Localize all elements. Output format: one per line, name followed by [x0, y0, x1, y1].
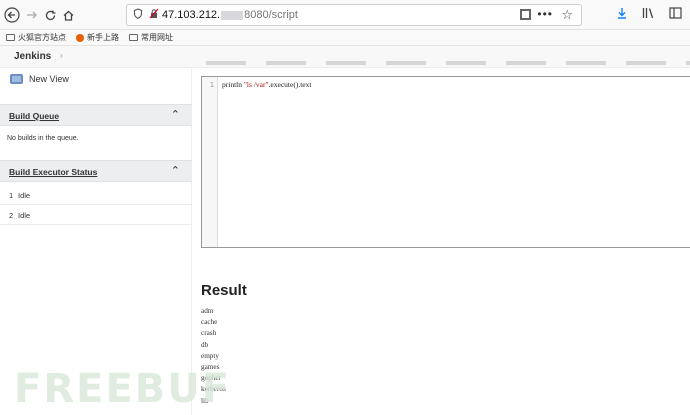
- bookmark-label: 火狐官方站点: [18, 33, 66, 42]
- result-heading: Result: [201, 282, 247, 299]
- freebuf-watermark: FREEBUF: [14, 366, 232, 412]
- masked-ip-segment: [221, 10, 244, 20]
- result-line: cache: [201, 318, 218, 327]
- build-queue-header: Build Queue ⌃: [0, 104, 192, 126]
- build-queue-title[interactable]: Build Queue: [9, 111, 59, 121]
- result-line: crash: [201, 329, 217, 338]
- sidebar: New View Build Queue ⌃ No builds in the …: [0, 68, 192, 415]
- browser-toolbar: 47.103.212. 8080/script ••• ☆: [0, 0, 690, 30]
- download-icon[interactable]: [616, 7, 628, 22]
- result-line: empty: [201, 351, 219, 360]
- executor-status-header: Build Executor Status ⌃: [0, 160, 192, 182]
- script-editor[interactable]: 1 println "ls /var".execute().text: [201, 76, 690, 248]
- library-icon[interactable]: [642, 7, 655, 22]
- new-view-label: New View: [29, 74, 69, 84]
- editor-gutter: 1: [202, 77, 218, 247]
- url-bar[interactable]: 47.103.212. 8080/script ••• ☆: [126, 4, 582, 26]
- home-icon[interactable]: [60, 7, 76, 23]
- code-token: .execute().text: [268, 80, 312, 89]
- more-dots-icon[interactable]: •••: [537, 7, 553, 21]
- toolbar-right-icons: [616, 7, 682, 22]
- bookmark-label: 新手上路: [87, 33, 119, 42]
- executor-status-title[interactable]: Build Executor Status: [9, 167, 97, 177]
- folder-icon: [129, 34, 138, 41]
- insecure-lock-icon[interactable]: [149, 8, 159, 22]
- breadcrumb-jenkins[interactable]: Jenkins: [14, 51, 51, 62]
- build-queue-empty: No builds in the queue.: [7, 135, 79, 142]
- executor-number: 1: [9, 191, 14, 200]
- code-string: "ls /var": [243, 80, 269, 89]
- breadcrumb-chevron-icon[interactable]: ›: [60, 51, 63, 60]
- forward-arrow-icon[interactable]: [24, 7, 40, 23]
- collapse-icon[interactable]: ⌃: [171, 164, 180, 177]
- folder-icon: [10, 74, 23, 84]
- folder-icon: [6, 34, 15, 41]
- bookmarks-bar: 火狐官方站点 新手上路 常用网址: [0, 30, 690, 46]
- collapse-icon[interactable]: ⌃: [171, 108, 180, 121]
- executor-row: 1 Idle: [0, 185, 192, 205]
- qr-code-icon[interactable]: [520, 9, 531, 20]
- bookmark-item[interactable]: 常用网址: [129, 32, 173, 43]
- executor-row: 2 Idle: [0, 205, 192, 225]
- bookmark-label: 常用网址: [141, 33, 173, 42]
- code-line[interactable]: println "ls /var".execute().text: [222, 80, 311, 89]
- new-view-link[interactable]: New View: [10, 74, 69, 84]
- reload-icon[interactable]: [42, 7, 58, 23]
- shield-icon[interactable]: [133, 8, 143, 22]
- star-icon[interactable]: ☆: [561, 7, 573, 23]
- cropped-description-text: [206, 61, 690, 65]
- url-host: 47.103.212.: [162, 9, 221, 21]
- bookmark-item[interactable]: 新手上路: [76, 32, 119, 43]
- back-arrow-icon[interactable]: [4, 7, 20, 23]
- result-line: db: [201, 340, 209, 349]
- bookmark-item[interactable]: 火狐官方站点: [6, 32, 66, 43]
- executor-status: Idle: [18, 191, 31, 200]
- line-number: 1: [209, 81, 214, 89]
- executor-number: 2: [9, 211, 14, 220]
- result-line: adm: [201, 307, 214, 315]
- executor-status: Idle: [18, 211, 31, 220]
- firefox-icon: [76, 33, 84, 42]
- url-text: 47.103.212. 8080/script: [162, 9, 298, 21]
- sidebar-icon[interactable]: [669, 7, 682, 22]
- url-path: 8080/script: [244, 9, 298, 21]
- code-token: println: [222, 80, 244, 89]
